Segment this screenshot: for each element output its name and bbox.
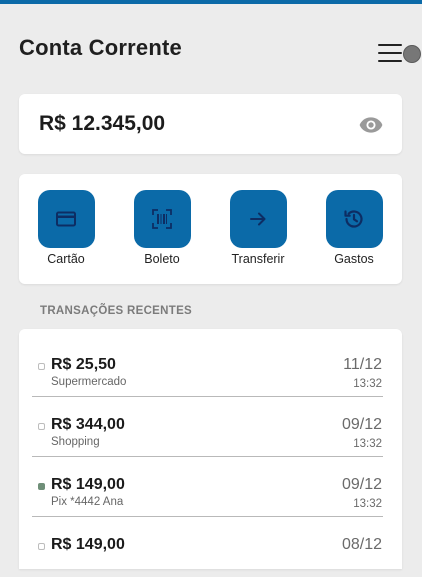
- transaction-time: 13:32: [353, 498, 382, 510]
- balance-value: R$ 12.345,00: [39, 112, 166, 135]
- action-tile[interactable]: [230, 190, 287, 248]
- toggle-knob-icon[interactable]: [403, 45, 421, 63]
- arrow-right-icon: [250, 212, 266, 226]
- hamburger-line: [378, 60, 402, 62]
- transactions-list: R$ 25,50 Supermercado 11/12 13:32 R$ 344…: [19, 329, 402, 569]
- status-pending-icon: [38, 423, 45, 430]
- menu-button[interactable]: [375, 40, 421, 66]
- action-label: Cartão: [47, 252, 85, 266]
- action-tile[interactable]: [38, 190, 95, 248]
- app-header: Conta Corrente: [0, 4, 422, 88]
- action-label: Boleto: [144, 252, 180, 266]
- action-cartao[interactable]: Cartão: [28, 190, 104, 272]
- transaction-date: 11/12: [343, 356, 382, 373]
- transaction-date: 08/12: [341, 536, 382, 553]
- hamburger-line: [378, 52, 402, 54]
- transaction-amount: R$ 25,50: [51, 356, 116, 373]
- transaction-amount: R$ 149,00: [51, 536, 125, 553]
- transaction-time: 13:32: [353, 378, 382, 390]
- transaction-row[interactable]: R$ 25,50 Supermercado 11/12 13:32: [19, 337, 402, 397]
- transaction-amount: R$ 344,00: [51, 416, 125, 433]
- transaction-description: Shopping: [51, 436, 100, 448]
- transaction-time: 13:32: [353, 438, 382, 450]
- credit-card-icon: [56, 211, 76, 227]
- quick-actions-card: Cartão Boleto Transferir Gastos: [19, 174, 402, 284]
- eye-icon: [359, 117, 383, 133]
- transaction-row[interactable]: R$ 149,00 Pix *4442 Ana 09/12 13:32: [19, 457, 402, 517]
- page-title: Conta Corrente: [19, 35, 182, 60]
- transaction-amount: R$ 149,00: [51, 476, 125, 493]
- action-tile[interactable]: [134, 190, 191, 248]
- hamburger-menu-icon: [378, 44, 402, 46]
- transaction-row[interactable]: R$ 344,00 Shopping 09/12 13:32: [19, 397, 402, 457]
- status-done-icon: [38, 483, 45, 490]
- action-label: Transferir: [231, 252, 285, 266]
- status-pending-icon: [38, 363, 45, 370]
- action-gastos[interactable]: Gastos: [316, 190, 392, 272]
- action-transferir[interactable]: Transferir: [220, 190, 296, 272]
- barcode-scan-icon: [152, 209, 172, 229]
- transaction-description: Pix *4442 Ana: [51, 496, 124, 508]
- action-label: Gastos: [334, 252, 374, 266]
- transaction-description: Supermercado: [51, 376, 127, 388]
- toggle-balance-visibility-button[interactable]: [358, 112, 384, 138]
- action-tile[interactable]: [326, 190, 383, 248]
- action-boleto[interactable]: Boleto: [124, 190, 200, 272]
- history-icon: [344, 210, 363, 228]
- balance-card: R$ 12.345,00: [19, 94, 402, 154]
- recent-transactions-heading: TRANSAÇÕES RECENTES: [40, 305, 193, 317]
- transaction-date: 09/12: [341, 476, 382, 493]
- transaction-row[interactable]: R$ 149,00 08/12: [19, 517, 402, 577]
- transaction-date: 09/12: [341, 416, 382, 433]
